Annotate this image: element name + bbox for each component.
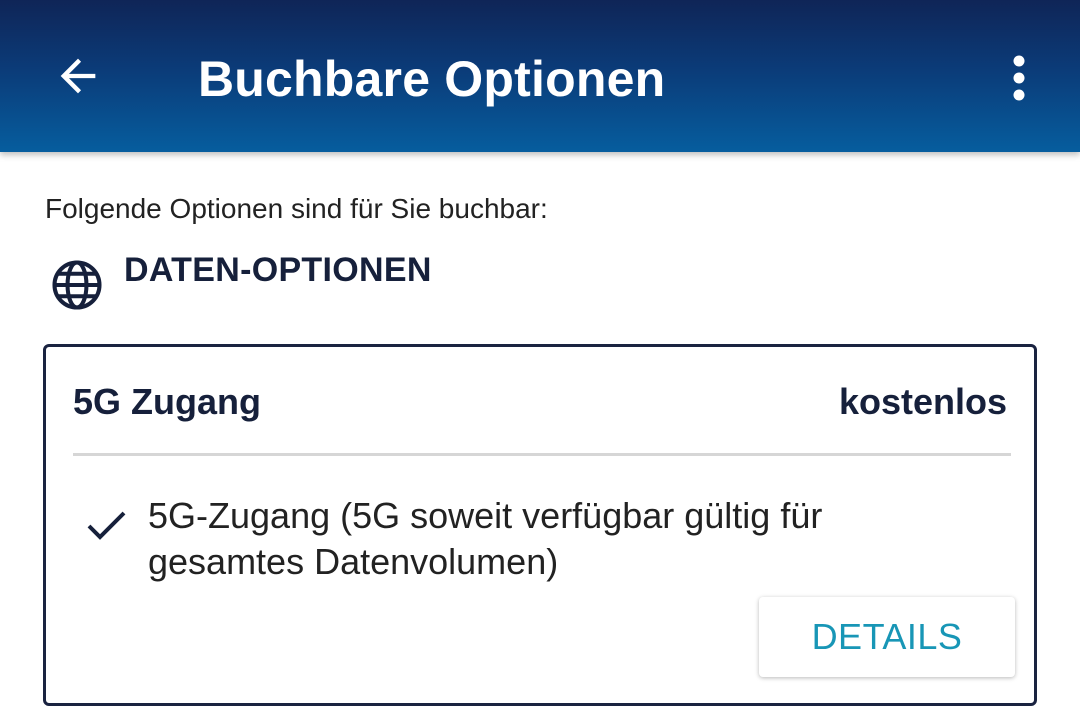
section-title: DATEN-OPTIONEN bbox=[124, 251, 432, 289]
section-header: DATEN-OPTIONEN bbox=[50, 248, 432, 310]
option-card: 5G Zugang kostenlos 5G-Zugang (5G soweit… bbox=[43, 344, 1037, 706]
page-title: Buchbare Optionen bbox=[198, 51, 666, 107]
checkmark-icon bbox=[87, 511, 126, 540]
intro-text: Folgende Optionen sind für Sie buchbar: bbox=[45, 193, 548, 224]
overflow-menu-button[interactable] bbox=[994, 46, 1044, 110]
arrow-left-icon bbox=[60, 58, 96, 94]
feature-text: 5G-Zugang (5G soweit verfügbar gültig fü… bbox=[148, 495, 823, 582]
option-name: 5G Zugang bbox=[73, 381, 261, 422]
feature-item: 5G-Zugang (5G soweit verfügbar gültig fü… bbox=[82, 493, 982, 585]
back-button[interactable] bbox=[44, 44, 112, 108]
more-vertical-icon bbox=[1013, 55, 1025, 101]
details-button[interactable]: DETAILS bbox=[759, 597, 1015, 677]
divider bbox=[73, 453, 1011, 456]
globe-icon bbox=[52, 260, 102, 310]
app-bar: Buchbare Optionen bbox=[0, 0, 1080, 152]
option-price: kostenlos bbox=[838, 381, 1007, 422]
